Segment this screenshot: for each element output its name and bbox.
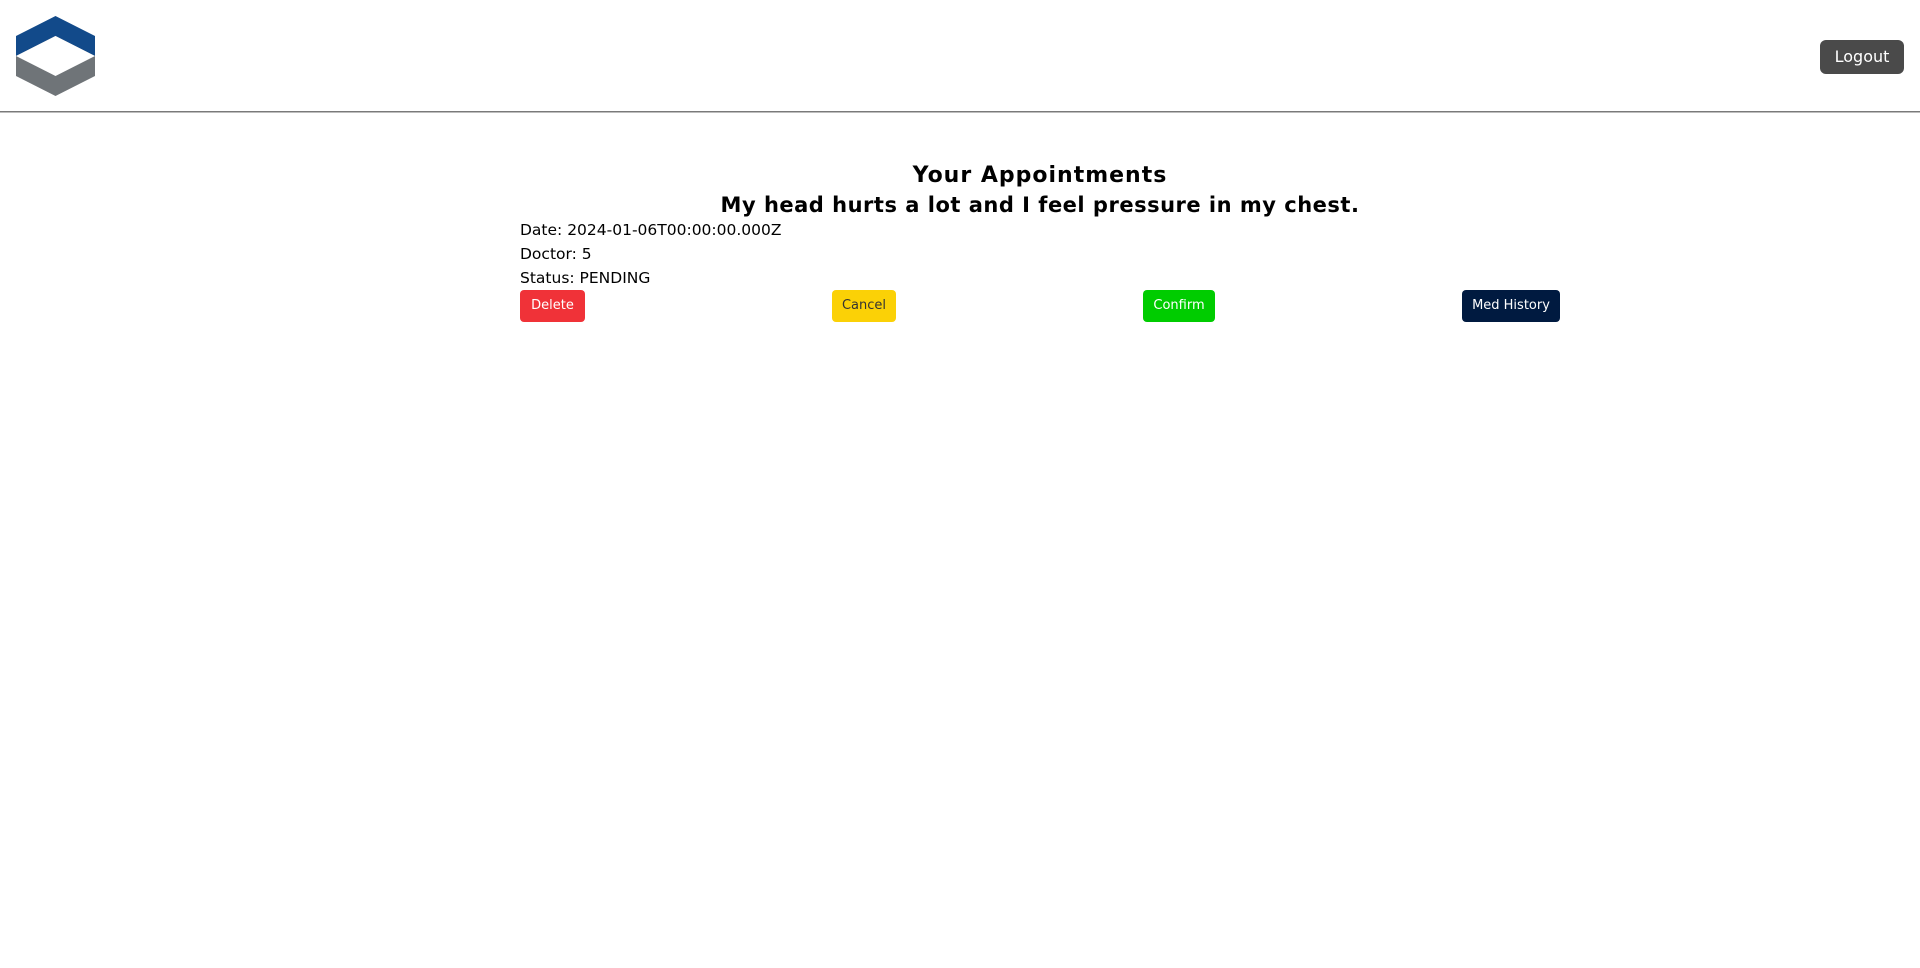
app-logo-icon[interactable]: [15, 15, 96, 96]
appointment-status: Status: PENDING: [520, 269, 651, 287]
appointment-reason: My head hurts a lot and I feel pressure …: [720, 193, 1360, 217]
appointment-date: Date: 2024-01-06T00:00:00.000Z: [520, 221, 782, 239]
top-header: Logout: [0, 0, 1920, 112]
appointment-card: My head hurts a lot and I feel pressure …: [520, 190, 1560, 324]
med-history-button[interactable]: Med History: [1462, 290, 1560, 322]
appointment-doctor: Doctor: 5: [520, 245, 592, 263]
page-title: Your Appointments: [912, 163, 1168, 188]
confirm-button[interactable]: Confirm: [1143, 290, 1215, 322]
logout-button[interactable]: Logout: [1820, 40, 1904, 74]
appointment-actions: Delete Cancel Confirm Med History: [520, 290, 1560, 324]
cancel-button[interactable]: Cancel: [832, 290, 896, 322]
delete-button[interactable]: Delete: [520, 290, 585, 322]
